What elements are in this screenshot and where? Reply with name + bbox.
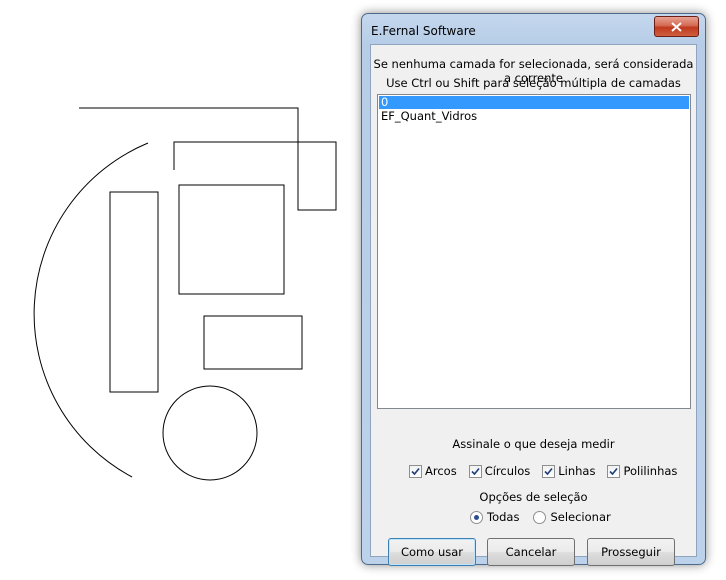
linhas-label: Linhas [558,464,596,478]
selecionar-radio[interactable]: Selecionar [533,510,611,524]
arcos-checkbox[interactable]: Arcos [409,464,457,478]
polilinhas-label: Polilinhas [623,464,678,478]
proceed-button[interactable]: Prosseguir [587,538,675,566]
selection-options: Todas Selecionar [470,510,611,524]
dialog-client-area: Se nenhuma camada for selecionada, será … [370,44,697,566]
info-text-multi-select: Use Ctrl ou Shift para seleção múltipla … [386,76,681,90]
polilinhas-checkbox[interactable]: Polilinhas [607,464,677,478]
close-button[interactable] [654,16,699,37]
measure-options: Arcos Círculos Linhas Polilinhas [409,464,677,478]
layer-item-0[interactable]: 0 [379,96,689,109]
window-title: E.Fernal Software [371,24,476,38]
arcos-label: Arcos [425,464,457,478]
dialog-window: E.Fernal Software Se nenhuma camada for … [361,13,706,566]
drawing-rect-wide [203,315,303,370]
close-icon [671,21,682,32]
checkmark-icon [471,467,480,475]
checkmark-icon [544,467,553,475]
checkmark-icon [609,467,619,475]
help-button[interactable]: Como usar [388,538,476,566]
layer-item-ef-quant-vidros[interactable]: EF_Quant_Vidros [379,110,689,123]
radio-circle [533,510,547,524]
checkmark-icon [411,467,420,475]
todas-label: Todas [487,510,520,524]
selecionar-label: Selecionar [550,510,611,524]
layer-listbox[interactable]: 0 EF_Quant_Vidros [377,94,691,409]
todas-radio[interactable]: Todas [470,510,519,524]
measure-label: Assinale o que deseja medir [452,437,615,451]
title-bar[interactable]: E.Fernal Software [362,14,705,44]
drawing-rect-square [178,184,285,295]
checkbox-box [409,464,422,478]
drawing-circle [162,385,258,481]
linhas-checkbox[interactable]: Linhas [542,464,595,478]
selection-options-label: Opções de seleção [479,490,588,504]
radio-dot [474,514,479,520]
circulos-checkbox[interactable]: Círculos [468,464,531,478]
cancel-button[interactable]: Cancelar [487,538,575,566]
circulos-label: Círculos [484,464,531,478]
checkbox-box [542,464,556,478]
checkbox-box [607,464,621,478]
checkbox-box [468,464,482,478]
radio-circle [470,510,483,524]
drawing-rect-tall [109,191,159,393]
drawing-arc [33,142,149,478]
